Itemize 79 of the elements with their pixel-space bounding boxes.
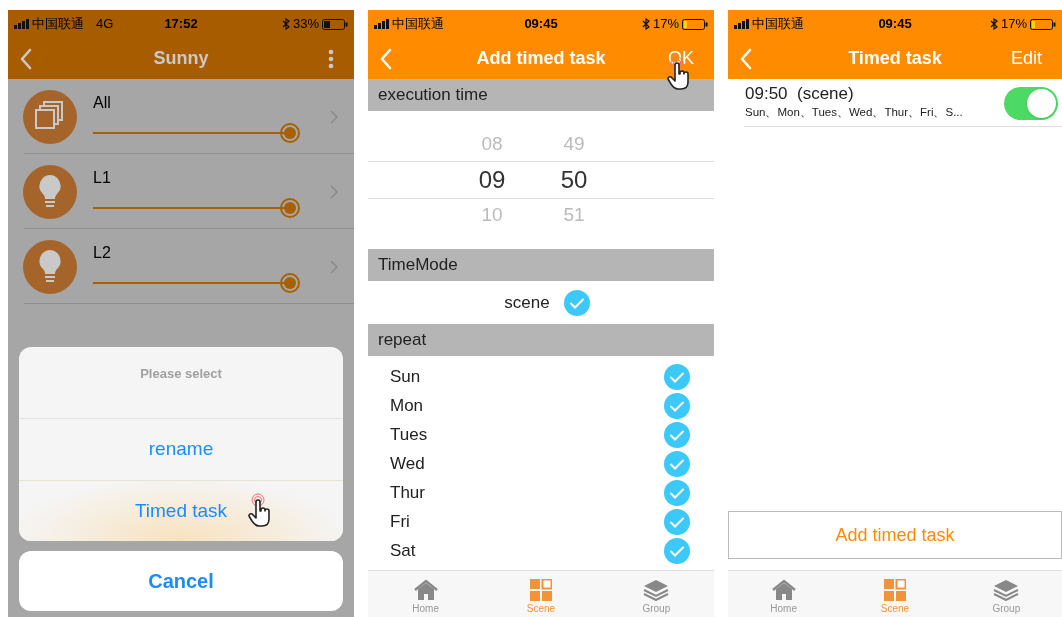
checkmark-icon[interactable] [664, 508, 690, 535]
chevron-right-icon[interactable] [330, 109, 338, 124]
carrier-name: 中国联通 [752, 15, 804, 34]
house-icon [770, 579, 797, 601]
picker-value: 49 [563, 132, 585, 157]
task-days: Sun、Mon、Tues、Wed、Thur、Fri、S... [745, 104, 1004, 122]
layers-icon [643, 579, 670, 601]
battery-percent: 17% [1000, 15, 1027, 34]
device-name: L2 [93, 242, 112, 263]
tab-item[interactable]: Scene [483, 571, 599, 617]
checkmark-icon[interactable] [563, 289, 590, 316]
checkmark-icon[interactable] [664, 421, 690, 448]
grid-icon [530, 579, 552, 601]
checkmark-icon[interactable] [664, 363, 690, 390]
clock-time: 09:45 [524, 15, 558, 34]
checkmark-icon[interactable] [664, 479, 690, 506]
checkmark-icon[interactable] [664, 450, 690, 477]
cancel-button[interactable]: Cancel [19, 551, 343, 611]
light-bulb-icon [23, 164, 77, 219]
brightness-slider[interactable] [93, 197, 300, 218]
brightness-slider[interactable] [93, 122, 300, 143]
picker-value: 08 [481, 132, 503, 157]
battery-percent: 33% [292, 15, 319, 34]
section-header: repeat [378, 329, 427, 352]
picker-value: 10 [481, 203, 503, 228]
light-bulb-icon [23, 239, 77, 294]
picker-value: 09 [478, 165, 506, 195]
add-task-button[interactable]: Add timed task [728, 511, 1062, 559]
checkmark-icon[interactable] [664, 537, 690, 564]
screen-title: Sunny [153, 47, 209, 70]
section-header: execution time [378, 84, 488, 107]
day-label: Fri [390, 510, 410, 533]
tab-item[interactable]: Group [598, 571, 714, 617]
day-label: Mon [390, 394, 424, 417]
grid-icon [884, 579, 906, 601]
screen-title: Add timed task [476, 47, 606, 70]
section-header: TimeMode [378, 254, 458, 277]
tab-item[interactable]: Group [950, 571, 1062, 617]
clock-time: 09:45 [878, 15, 912, 34]
stacked-squares-icon [23, 89, 77, 144]
day-label: Wed [390, 452, 425, 475]
day-label: Sun [390, 365, 421, 388]
signal-icon [374, 19, 390, 29]
battery-percent: 17% [652, 15, 679, 34]
carrier-name: 中国联通 [392, 15, 444, 34]
device-name: L1 [93, 167, 112, 188]
day-label: Tues [390, 423, 428, 446]
clock-time: 17:52 [164, 15, 198, 34]
bluetooth-icon [281, 18, 290, 30]
time-picker[interactable]: 08 09 10 49 50 51 [368, 111, 714, 249]
layers-icon [993, 579, 1020, 601]
sheet-option[interactable]: Timed task [19, 480, 343, 541]
toggle-switch[interactable] [1004, 86, 1058, 120]
picker-value: 50 [560, 165, 588, 195]
brightness-slider[interactable] [93, 272, 300, 293]
bluetooth-icon [641, 18, 650, 30]
signal-icon [14, 19, 30, 29]
screen-title: Timed task [848, 47, 942, 70]
device-name: All [93, 92, 112, 113]
tab-item[interactable]: Home [728, 571, 840, 617]
back-icon[interactable] [20, 47, 32, 70]
carrier-name: 中国联通 [32, 15, 84, 34]
network-type: 4G [96, 15, 114, 34]
more-icon[interactable] [328, 48, 334, 69]
house-icon [412, 579, 439, 601]
checkmark-icon[interactable] [664, 392, 690, 419]
chevron-right-icon[interactable] [330, 184, 338, 199]
tab-item[interactable]: Scene [839, 571, 951, 617]
task-time: 09:50 (scene) [745, 84, 855, 105]
sheet-title: Please select [140, 365, 222, 383]
tab-item[interactable]: Home [368, 571, 484, 617]
day-label: Thur [390, 481, 425, 504]
bluetooth-icon [989, 18, 998, 30]
picker-value: 51 [563, 203, 585, 228]
signal-icon [734, 19, 750, 29]
mode-label: scene [504, 291, 550, 314]
chevron-right-icon[interactable] [330, 259, 338, 274]
day-label: Sat [390, 539, 416, 562]
nav-action-button[interactable]: Edit [1010, 45, 1042, 72]
